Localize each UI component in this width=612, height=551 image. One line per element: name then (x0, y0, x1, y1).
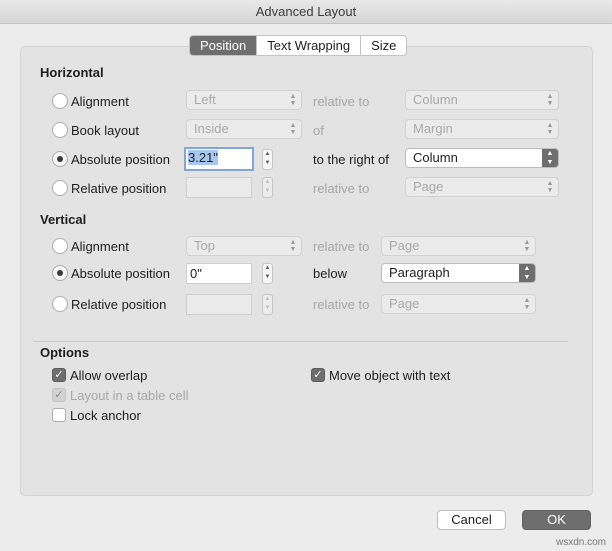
h-absolute-position-target-select[interactable]: Column ▲ ▼ (405, 148, 559, 168)
layout-in-table-cell-checkbox[interactable]: ✓ (52, 388, 66, 402)
v-alignment-relation: relative to (313, 239, 370, 254)
v-relative-position-stepper[interactable]: ▲ ▼ (262, 294, 273, 315)
h-relative-position-label: Relative position (71, 181, 167, 196)
chevron-updown-icon: ▲ ▼ (289, 93, 297, 107)
window-title: Advanced Layout (255, 4, 357, 19)
h-relative-position-target: Page (413, 179, 444, 194)
v-alignment-select[interactable]: Top ▲ ▼ (186, 236, 302, 256)
v-alignment-radio[interactable] (52, 238, 68, 254)
v-absolute-position-target-select[interactable]: Paragraph ▲ ▼ (381, 263, 536, 283)
v-relative-position-relation: relative to (313, 297, 370, 312)
h-alignment-relation: relative to (313, 94, 370, 109)
chevron-updown-icon: ▲ ▼ (523, 297, 531, 311)
vertical-heading: Vertical (40, 212, 87, 227)
checkmark-icon: ✓ (313, 369, 323, 381)
allow-overlap-label: Allow overlap (70, 368, 148, 383)
h-absolute-position-target: Column (413, 150, 458, 165)
v-alignment-target-select[interactable]: Page ▲ ▼ (381, 236, 536, 256)
v-absolute-position-relation: below (313, 266, 347, 281)
watermark: wsxdn.com (555, 537, 606, 548)
move-with-text-label: Move object with text (329, 368, 451, 383)
lock-anchor-label: Lock anchor (70, 408, 141, 423)
v-absolute-position-label: Absolute position (71, 266, 171, 281)
chevron-updown-icon: ▲ ▼ (542, 149, 558, 167)
checkmark-icon: ✓ (54, 389, 64, 401)
v-relative-position-input[interactable] (186, 294, 252, 315)
v-relative-position-target: Page (389, 296, 420, 311)
h-absolute-position-stepper[interactable]: ▲ ▼ (262, 149, 273, 170)
v-relative-position-target-select[interactable]: Page ▲ ▼ (381, 294, 536, 314)
h-book-layout-label: Book layout (71, 123, 139, 138)
chevron-updown-icon: ▲ ▼ (523, 239, 531, 253)
h-absolute-position-relation: to the right of (313, 152, 389, 167)
chevron-updown-icon: ▲ ▼ (546, 93, 554, 107)
chevron-updown-icon: ▲ ▼ (289, 122, 297, 136)
v-absolute-position-input[interactable]: 0" (186, 263, 252, 284)
v-alignment-label: Alignment (71, 239, 129, 254)
h-relative-position-target-select[interactable]: Page ▲ ▼ (405, 177, 559, 197)
checkmark-icon: ✓ (54, 369, 64, 381)
v-absolute-position-radio[interactable] (52, 265, 68, 281)
h-book-layout-radio[interactable] (52, 122, 68, 138)
allow-overlap-checkbox[interactable]: ✓ (52, 368, 66, 382)
h-alignment-value: Left (194, 92, 216, 107)
h-absolute-position-input[interactable]: 3.21" (184, 147, 254, 171)
tab-bar: Position Text Wrapping Size (189, 35, 408, 56)
options-heading: Options (40, 345, 90, 360)
chevron-updown-icon: ▲ ▼ (289, 239, 297, 253)
horizontal-heading: Horizontal (40, 65, 104, 80)
move-with-text-checkbox[interactable]: ✓ (311, 368, 325, 382)
h-alignment-label: Alignment (71, 94, 129, 109)
ok-button[interactable]: OK (522, 510, 591, 530)
v-alignment-target: Page (389, 238, 420, 253)
lock-anchor-checkbox[interactable] (52, 408, 66, 422)
section-divider (33, 341, 568, 342)
v-alignment-value: Top (194, 238, 215, 253)
v-absolute-position-stepper[interactable]: ▲ ▼ (262, 263, 273, 284)
h-absolute-position-value: 3.21" (188, 150, 218, 165)
chevron-updown-icon: ▲ ▼ (546, 122, 554, 136)
h-alignment-select[interactable]: Left ▲ ▼ (186, 90, 302, 110)
h-alignment-target-select[interactable]: Column ▲ ▼ (405, 90, 559, 110)
h-alignment-target: Column (413, 92, 458, 107)
h-alignment-radio[interactable] (52, 93, 68, 109)
window-titlebar: Advanced Layout (0, 0, 612, 24)
h-relative-position-stepper[interactable]: ▲ ▼ (262, 177, 273, 198)
h-book-layout-target-select[interactable]: Margin ▲ ▼ (405, 119, 559, 139)
layout-in-table-cell-label: Layout in a table cell (70, 388, 189, 403)
h-absolute-position-radio[interactable] (52, 151, 68, 167)
tab-position[interactable]: Position (190, 36, 258, 55)
v-relative-position-radio[interactable] (52, 296, 68, 312)
tab-text-wrapping[interactable]: Text Wrapping (257, 36, 362, 55)
h-book-layout-target: Margin (413, 121, 453, 136)
chevron-updown-icon: ▲ ▼ (519, 264, 535, 282)
h-relative-position-relation: relative to (313, 181, 370, 196)
cancel-button[interactable]: Cancel (437, 510, 506, 530)
h-book-layout-select[interactable]: Inside ▲ ▼ (186, 119, 302, 139)
h-relative-position-input[interactable] (186, 177, 252, 198)
h-book-layout-value: Inside (194, 121, 229, 136)
v-relative-position-label: Relative position (71, 297, 167, 312)
h-absolute-position-label: Absolute position (71, 152, 171, 167)
tab-size[interactable]: Size (361, 36, 406, 55)
h-book-layout-relation: of (313, 123, 324, 138)
h-relative-position-radio[interactable] (52, 180, 68, 196)
v-absolute-position-target: Paragraph (389, 265, 450, 280)
chevron-updown-icon: ▲ ▼ (546, 180, 554, 194)
v-absolute-position-value: 0" (190, 266, 202, 281)
